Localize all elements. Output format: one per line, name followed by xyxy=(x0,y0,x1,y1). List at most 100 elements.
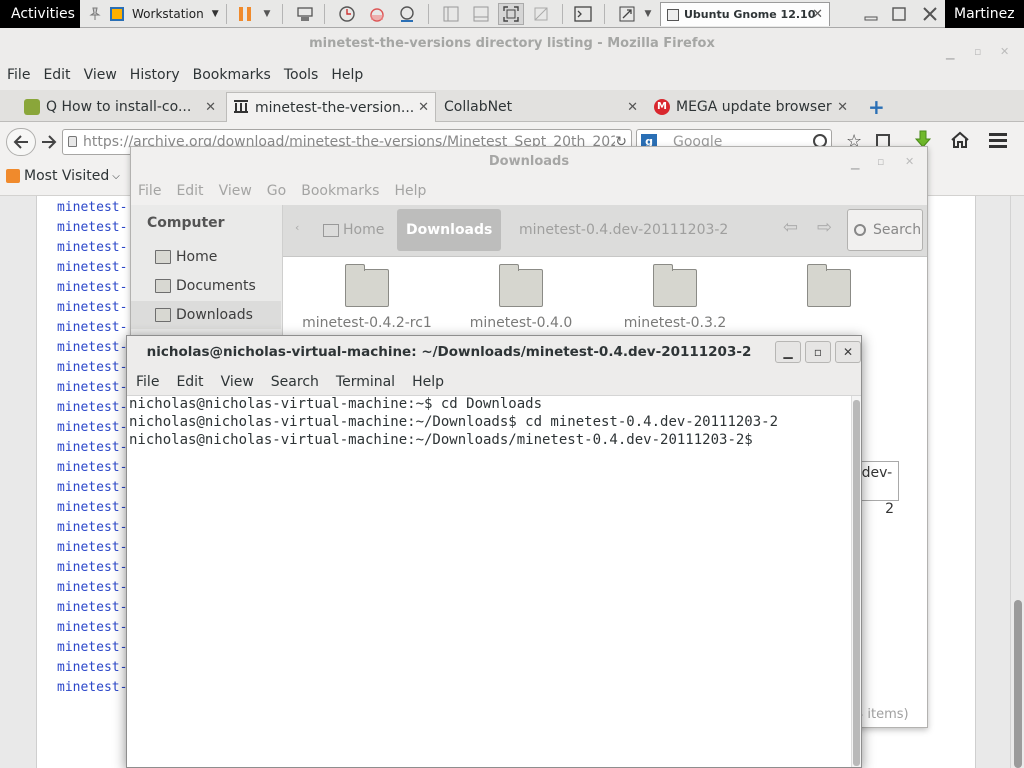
menu-help[interactable]: Help xyxy=(331,67,363,83)
directory-link[interactable]: minetest- xyxy=(57,260,127,275)
directory-link[interactable]: minetest- xyxy=(57,560,127,575)
directory-link[interactable]: minetest- xyxy=(57,240,127,255)
close-icon[interactable]: ✕ xyxy=(205,100,216,115)
sidebar-view-icon[interactable] xyxy=(438,3,464,25)
directory-link[interactable]: minetest- xyxy=(57,320,127,335)
workstation-menu[interactable]: Workstation ▼ xyxy=(110,3,220,25)
files-search-button[interactable]: Search xyxy=(847,209,923,251)
close-icon[interactable] xyxy=(918,3,942,25)
close-icon[interactable]: ✕ xyxy=(812,7,823,22)
menu-bookmarks[interactable]: Bookmarks xyxy=(193,67,271,83)
most-visited-folder[interactable]: Most Visited ⌵ xyxy=(6,168,120,184)
open-menu-icon[interactable] xyxy=(988,132,1008,152)
stretch-guest-icon[interactable] xyxy=(614,3,640,25)
directory-link[interactable]: minetest- xyxy=(57,220,127,235)
directory-link[interactable]: minetest- xyxy=(57,440,127,455)
menu-file[interactable]: File xyxy=(136,374,159,390)
directory-link[interactable]: minetest- xyxy=(57,640,127,655)
menu-tools[interactable]: Tools xyxy=(284,67,319,83)
tab-mega-update[interactable]: M MEGA update browser ✕ xyxy=(648,92,854,122)
directory-link[interactable]: minetest- xyxy=(57,460,127,475)
breadcrumb-home[interactable]: Home xyxy=(323,209,384,251)
new-tab-button[interactable]: + xyxy=(862,92,886,122)
console-view-icon[interactable] xyxy=(570,3,596,25)
menu-bookmarks[interactable]: Bookmarks xyxy=(301,183,379,199)
revert-snapshot-icon[interactable] xyxy=(364,3,390,25)
menu-history[interactable]: History xyxy=(130,67,180,83)
directory-link[interactable]: minetest- xyxy=(57,540,127,555)
directory-link[interactable]: minetest- xyxy=(57,500,127,515)
folder-item[interactable]: minetest-0.4.2-rc1 xyxy=(301,257,433,331)
menu-file[interactable]: File xyxy=(7,67,30,83)
menu-help[interactable]: Help xyxy=(394,183,426,199)
directory-link[interactable]: minetest- xyxy=(57,200,127,215)
menu-view[interactable]: View xyxy=(84,67,117,83)
folder-item[interactable]: minetest-0.4.0 xyxy=(455,257,587,331)
close-icon[interactable]: ✕ xyxy=(627,100,638,115)
breadcrumb-subfolder[interactable]: minetest-0.4.dev-20111203-2 xyxy=(519,209,728,251)
chevron-down-icon[interactable]: ▼ xyxy=(642,3,654,25)
tab-collabnet[interactable]: CollabNet ✕ xyxy=(438,92,644,122)
tab-minetest-the-versions[interactable]: minetest-the-version... ✕ xyxy=(226,92,436,122)
menu-terminal[interactable]: Terminal xyxy=(336,374,395,390)
snapshot-manager-icon[interactable] xyxy=(394,3,420,25)
directory-link[interactable]: minetest- xyxy=(57,400,127,415)
menu-edit[interactable]: Edit xyxy=(43,67,70,83)
send-keys-icon[interactable] xyxy=(292,3,318,25)
sidebar-item-home[interactable]: Home xyxy=(131,243,281,271)
directory-link[interactable]: minetest- xyxy=(57,280,127,295)
menu-edit[interactable]: Edit xyxy=(176,374,203,390)
minimize-button[interactable]: ▁ xyxy=(775,341,801,363)
back-button[interactable] xyxy=(6,128,36,156)
forward-icon[interactable]: ⇨ xyxy=(817,217,832,238)
directory-link[interactable]: minetest- xyxy=(57,520,127,535)
maximize-icon[interactable]: ▫ xyxy=(877,147,884,177)
directory-link[interactable]: minetest- xyxy=(57,580,127,595)
scrollbar-thumb[interactable] xyxy=(1014,600,1022,768)
home-icon[interactable] xyxy=(950,131,970,153)
maximize-icon[interactable] xyxy=(888,3,910,25)
sidebar-item-downloads[interactable]: Downloads xyxy=(131,301,281,329)
directory-link[interactable]: minetest- xyxy=(57,660,127,675)
user-menu[interactable]: Martinez xyxy=(945,0,1024,28)
unity-view-icon[interactable] xyxy=(528,3,554,25)
menu-view[interactable]: View xyxy=(221,374,254,390)
close-icon[interactable]: ✕ xyxy=(418,100,429,115)
directory-link[interactable]: minetest- xyxy=(57,360,127,375)
menu-help[interactable]: Help xyxy=(412,374,444,390)
pin-icon[interactable] xyxy=(84,3,106,25)
thumbnail-view-icon[interactable] xyxy=(468,3,494,25)
directory-link[interactable]: minetest- xyxy=(57,680,127,695)
tab-how-to-install[interactable]: Q How to install-co... ✕ xyxy=(18,92,222,122)
forward-button[interactable] xyxy=(38,131,60,153)
maximize-button[interactable]: ▫ xyxy=(805,341,831,363)
folder-item[interactable]: minetest-0.3.2 xyxy=(609,257,741,331)
close-icon[interactable]: ✕ xyxy=(905,147,914,177)
scrollbar-thumb[interactable] xyxy=(853,400,860,766)
directory-link[interactable]: minetest- xyxy=(57,340,127,355)
close-icon[interactable]: ✕ xyxy=(837,100,848,115)
back-icon[interactable]: ⇦ xyxy=(783,217,798,238)
pause-icon[interactable] xyxy=(232,3,258,25)
minimize-icon[interactable] xyxy=(860,3,882,25)
terminal-output[interactable]: nicholas@nicholas-virtual-machine:~$ cd … xyxy=(127,396,851,767)
fullscreen-icon[interactable] xyxy=(498,3,524,25)
breadcrumb-downloads[interactable]: Downloads xyxy=(397,209,502,251)
menu-file[interactable]: File xyxy=(138,183,161,199)
page-scrollbar[interactable] xyxy=(1010,196,1024,768)
directory-link[interactable]: minetest- xyxy=(57,300,127,315)
chevron-left-icon[interactable]: ‹ xyxy=(295,221,299,234)
vm-tab[interactable]: Ubuntu Gnome 12.10 ✕ xyxy=(660,2,830,26)
directory-link[interactable]: minetest- xyxy=(57,600,127,615)
minimize-icon[interactable]: ▁ xyxy=(851,149,859,179)
snapshot-icon[interactable] xyxy=(334,3,360,25)
directory-link[interactable]: minetest- xyxy=(57,620,127,635)
terminal-scrollbar[interactable] xyxy=(851,396,861,767)
sidebar-item-documents[interactable]: Documents xyxy=(131,272,281,300)
menu-view[interactable]: View xyxy=(219,183,252,199)
menu-search[interactable]: Search xyxy=(271,374,319,390)
activities-button[interactable]: Activities xyxy=(0,0,80,28)
menu-go[interactable]: Go xyxy=(267,183,286,199)
directory-link[interactable]: minetest- xyxy=(57,420,127,435)
chevron-down-icon[interactable]: ▼ xyxy=(260,3,274,25)
